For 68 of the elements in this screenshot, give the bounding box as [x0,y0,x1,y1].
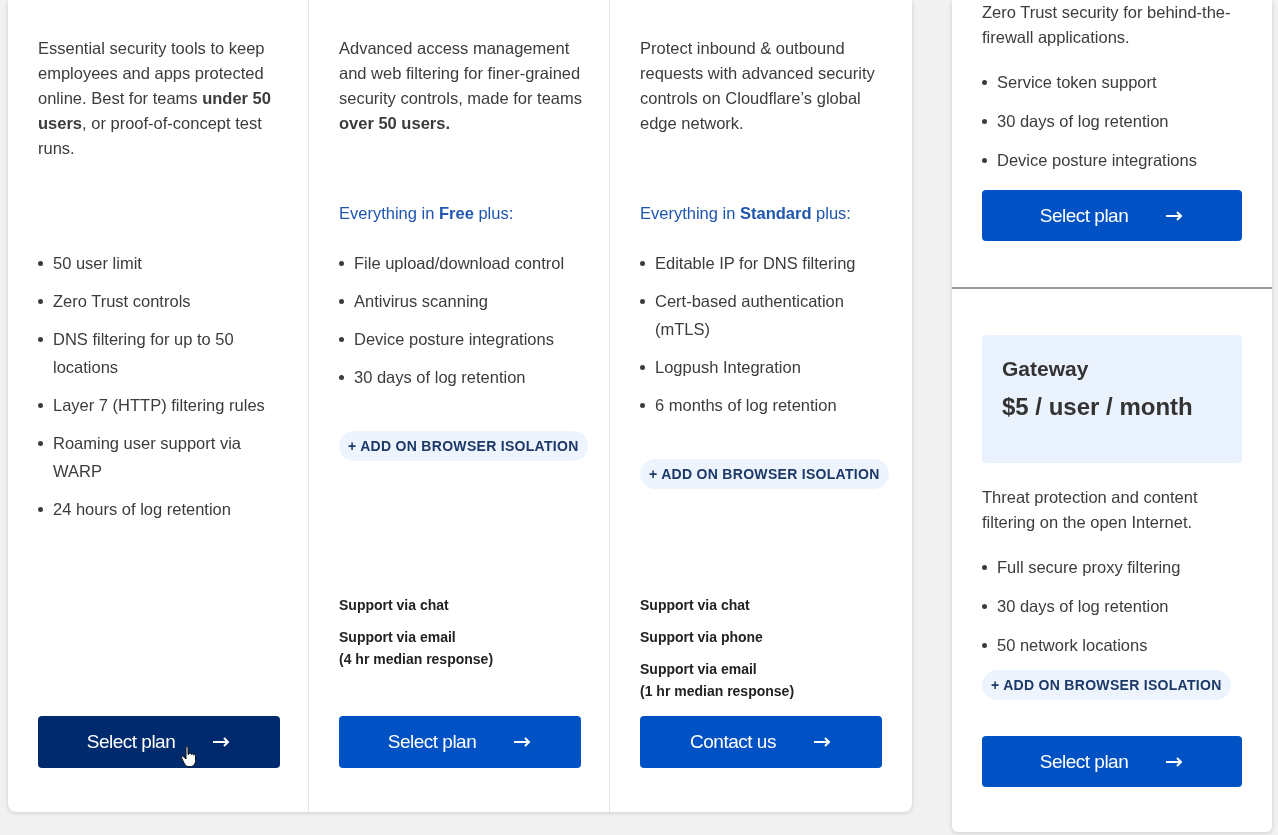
feature-text: Editable IP for DNS filtering [655,253,856,274]
feature-text: 30 days of log retention [997,596,1169,617]
includes-heading: Everything in Free plus: [339,203,515,224]
bullet-icon [982,119,987,124]
bullet-icon [982,80,987,85]
feature-text: Device posture integrations [354,329,554,350]
feature-text: 6 months of log retention [655,395,837,416]
plan-name: Gateway [1002,357,1089,381]
bullet-icon [640,299,645,304]
bullet-icon [640,365,645,370]
feature-text: Antivirus scanning [354,291,488,312]
bullet-icon [38,403,43,408]
feature-text: DNS filtering for up to 50 locations [53,329,235,378]
bullet-icon [339,299,344,304]
feature-text: 30 days of log retention [997,111,1169,132]
bullet-icon [640,261,645,266]
add-on-button[interactable]: + ADD ON BROWSER ISOLATION [640,459,889,489]
bullet-icon [982,565,987,570]
bullet-icon [640,403,645,408]
feature-text: 50 user limit [53,253,142,274]
feature-text: Device posture integrations [997,150,1197,171]
includes-heading: Everything in Standard plus: [640,203,852,224]
feature-text: 50 network locations [997,635,1148,656]
plan-price: $5 / user / month [1002,393,1193,421]
plan-description: Protect inbound & outbound requests with advanced security controls on Cloudflare’s global edge network. [640,38,876,134]
select-plan-button[interactable]: Contact us [640,716,882,768]
bullet-icon [339,261,344,266]
bullet-icon [982,604,987,609]
bullet-icon [38,261,43,266]
support-text: Support via phone [640,628,764,647]
hand-cursor-icon [181,746,197,768]
feature-text: Layer 7 (HTTP) filtering rules [53,395,265,416]
bullet-icon [38,299,43,304]
feature-text: 30 days of log retention [354,367,526,388]
feature-text: Zero Trust controls [53,291,191,312]
bullet-icon [982,158,987,163]
select-plan-button[interactable]: Select plan [38,716,280,768]
feature-text: Cert-based authentication (mTLS) [655,291,845,340]
select-plan-button[interactable]: Select plan [982,736,1242,787]
bullet-icon [38,507,43,512]
arrow-icon [1166,756,1185,767]
bullet-icon [38,441,43,446]
select-plan-button[interactable]: Select plan [982,190,1242,241]
arrow-icon [813,737,832,747]
feature-text: Full secure proxy filtering [997,557,1181,578]
arrow-icon [1166,210,1185,221]
support-text: Support via email (1 hr median response) [640,660,796,701]
feature-text: 24 hours of log retention [53,499,231,520]
bullet-icon [339,337,344,342]
feature-text: File upload/download control [354,253,565,274]
plan-description: Zero Trust security for behind-the-firewall applications. [982,2,1232,48]
bullet-icon [339,375,344,380]
support-text: Support via chat [339,596,450,615]
feature-text: Service token support [997,72,1157,93]
support-text: Support via email (4 hr median response) [339,628,495,669]
add-on-button[interactable]: + ADD ON BROWSER ISOLATION [982,670,1231,700]
feature-text: Roaming user support via WARP [53,433,242,482]
add-on-button[interactable]: + ADD ON BROWSER ISOLATION [339,431,588,461]
plan-description: Essential security tools to keep employees and apps protected online. Best for teams under 50 users, or proof-of-concept test runs. [38,38,272,159]
plan-description: Advanced access management and web filtering for finer-grained security controls, made for teams over 50 users. [339,38,583,134]
support-text: Support via chat [640,596,751,615]
bullet-icon [982,643,987,648]
plan-description: Threat protection and content filtering on the open Internet. [982,487,1199,533]
select-plan-button[interactable]: Select plan [339,716,581,768]
bullet-icon [38,337,43,342]
arrow-icon [514,737,533,747]
feature-text: Logpush Integration [655,357,801,378]
arrow-icon [213,737,232,747]
